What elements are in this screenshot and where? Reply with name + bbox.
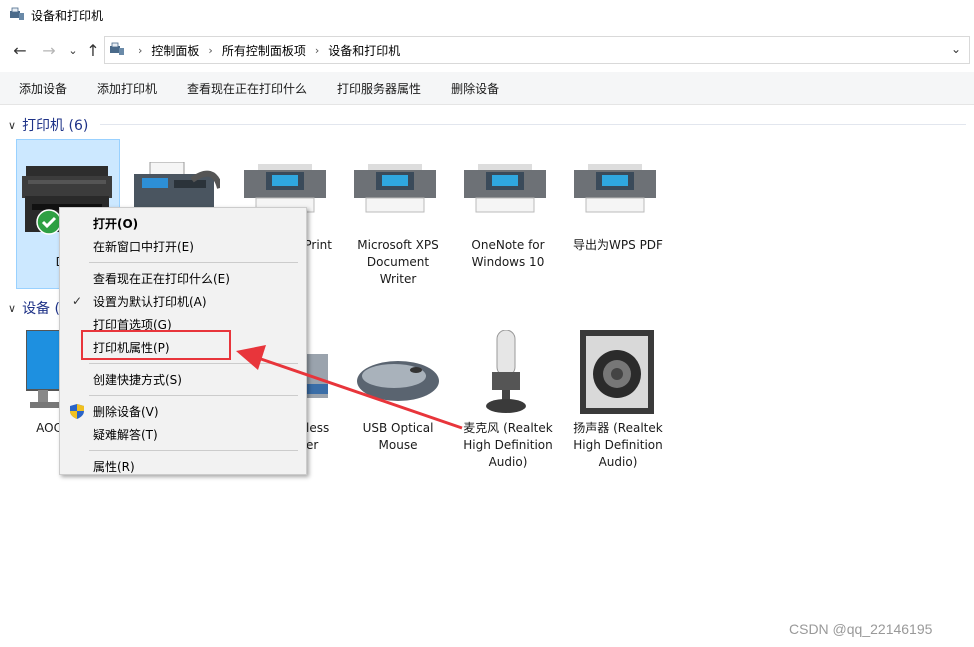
watermark: CSDN @qq_22146195 bbox=[789, 621, 933, 637]
annotation-arrow-icon bbox=[236, 345, 463, 430]
